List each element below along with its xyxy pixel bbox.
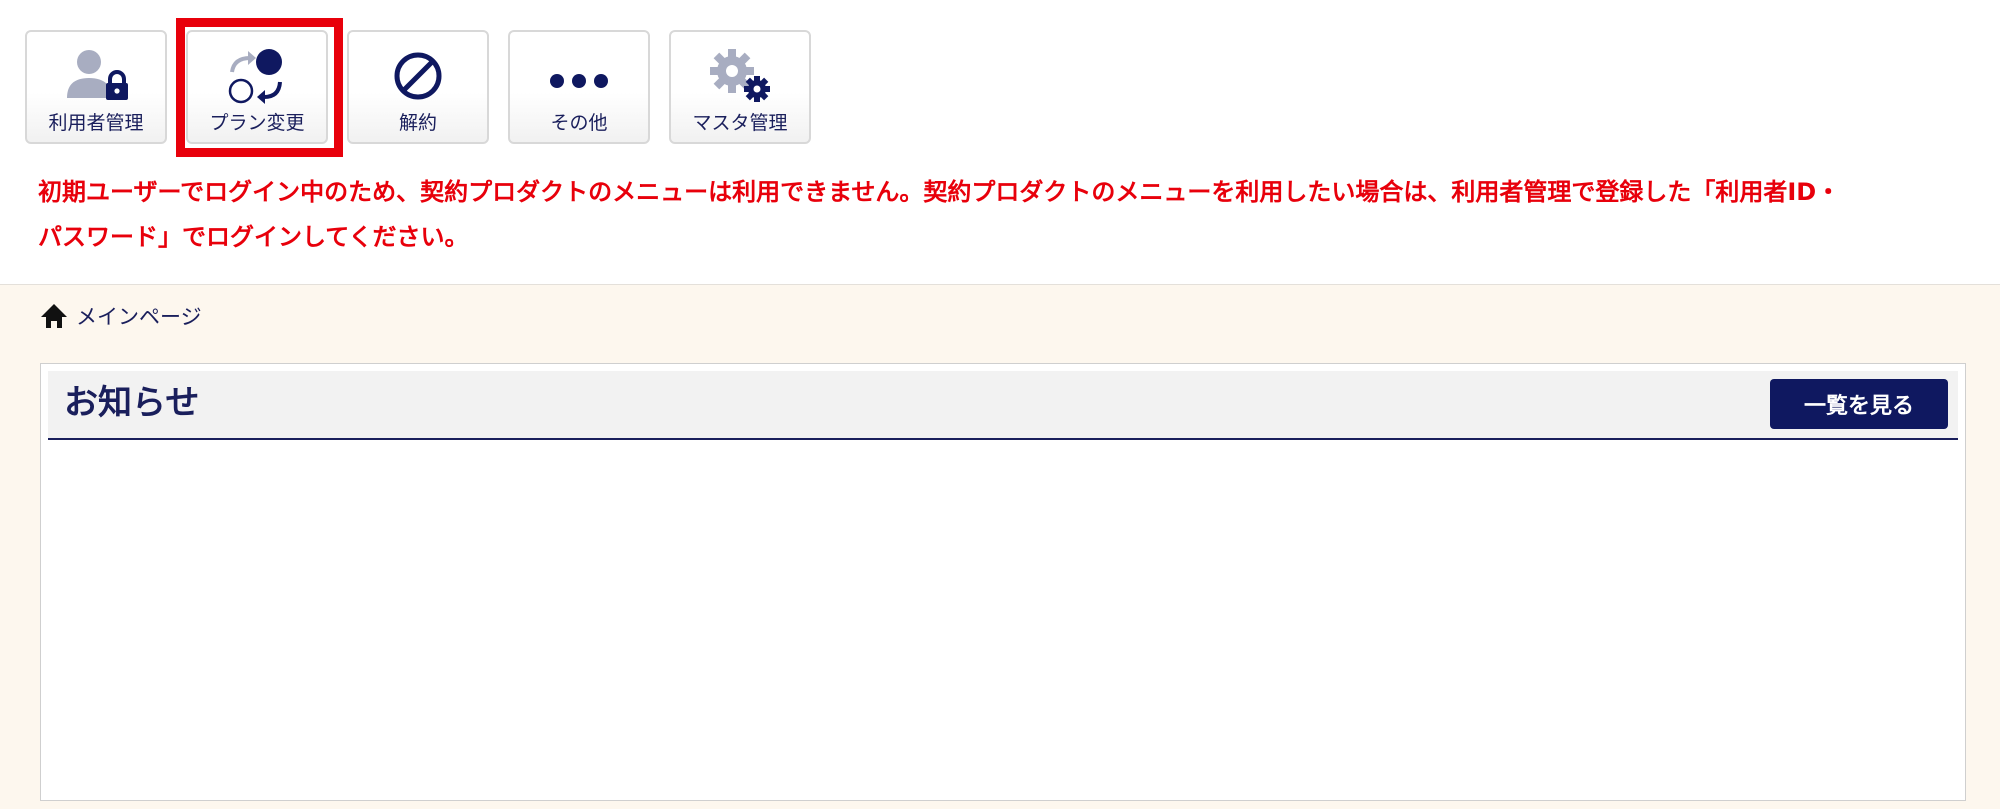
breadcrumb: メインページ	[40, 299, 202, 333]
cancellation-label: 解約	[398, 112, 437, 134]
main-area: メインページ お知らせ 一覧を見る	[0, 285, 2000, 809]
user-management-button[interactable]: 利用者管理	[25, 30, 167, 144]
notice-panel: お知らせ 一覧を見る	[40, 363, 1966, 801]
home-icon[interactable]	[40, 302, 68, 330]
other-label: その他	[550, 112, 608, 134]
plan-change-icon	[188, 46, 326, 108]
gears-icon	[671, 46, 809, 108]
plan-change-button[interactable]: プラン変更	[186, 30, 328, 144]
view-all-button[interactable]: 一覧を見る	[1770, 379, 1948, 429]
master-management-label: マスタ管理	[692, 112, 788, 134]
initial-user-warning: 初期ユーザーでログイン中のため、契約プロダクトのメニューは利用できません。契約プ…	[38, 170, 1958, 260]
toolbar: 利用者管理 プラン変更 解約 その他 マスタ管理 初期ユーザーでログイン中のため…	[0, 0, 2000, 285]
more-dots-icon	[510, 46, 648, 108]
user-lock-icon	[27, 46, 165, 108]
cancellation-button[interactable]: 解約	[347, 30, 489, 144]
prohibited-icon	[349, 46, 487, 108]
warning-line-2: パスワード」でログインしてください。	[38, 223, 469, 251]
notice-title: お知らせ	[64, 383, 200, 423]
user-management-label: 利用者管理	[48, 112, 144, 134]
plan-change-label: プラン変更	[209, 112, 305, 134]
master-management-button[interactable]: マスタ管理	[669, 30, 811, 144]
other-button[interactable]: その他	[508, 30, 650, 144]
notice-panel-header: お知らせ 一覧を見る	[48, 371, 1958, 440]
notice-list	[48, 442, 1958, 793]
warning-line-1: 初期ユーザーでログイン中のため、契約プロダクトのメニューは利用できません。契約プ…	[38, 178, 1841, 206]
breadcrumb-main-page[interactable]: メインページ	[76, 301, 202, 331]
